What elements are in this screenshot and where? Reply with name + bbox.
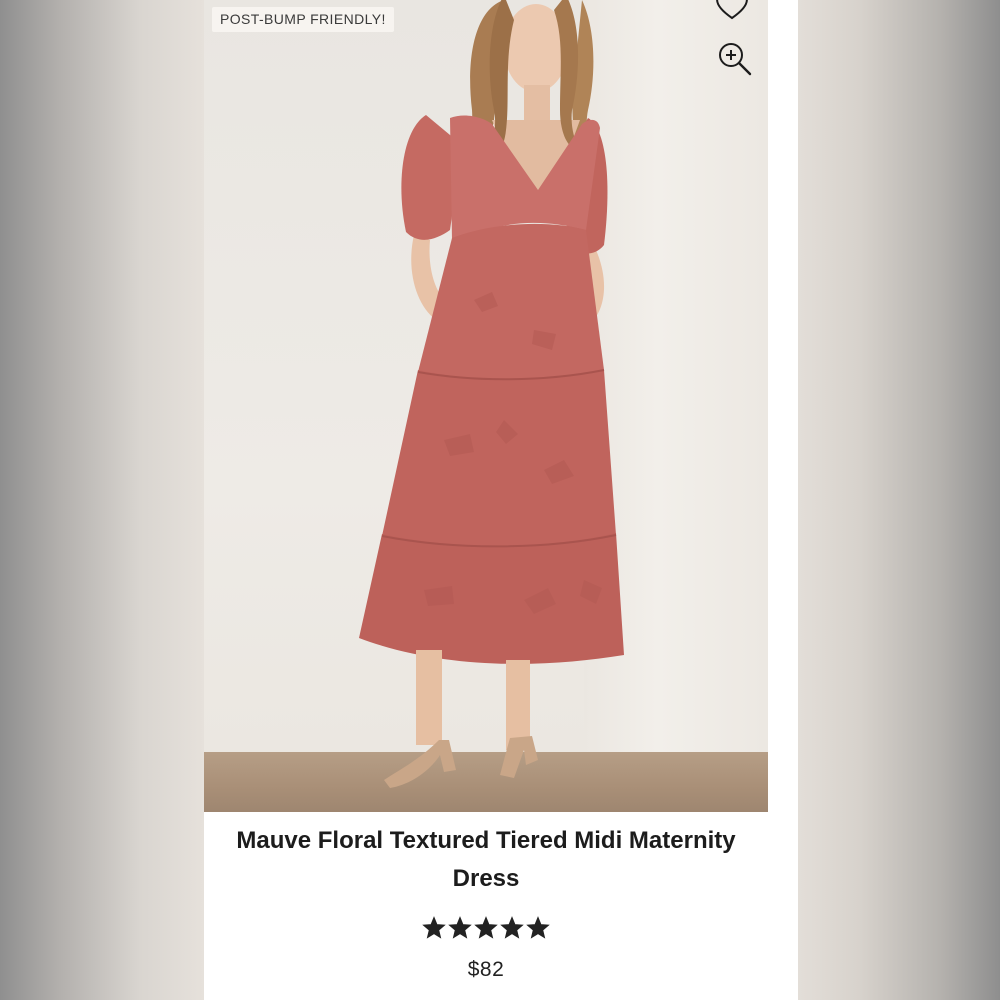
star-icon <box>526 916 550 939</box>
product-image[interactable]: POST-BUMP FRIENDLY! <box>204 0 768 812</box>
wishlist-button[interactable] <box>709 0 755 22</box>
heart-icon <box>716 0 748 20</box>
zoom-button[interactable] <box>716 40 754 78</box>
star-icon <box>474 916 498 939</box>
product-title-line-1: Mauve Floral Textured Tiered Midi Matern… <box>236 827 736 854</box>
zoom-in-icon <box>719 43 752 76</box>
star-icon <box>422 916 446 939</box>
product-title-line-2: Dress <box>452 865 520 892</box>
star-icon <box>448 916 472 939</box>
product-title: Mauve Floral Textured Tiered Midi Matern… <box>204 822 768 898</box>
product-price: $82 <box>467 958 505 981</box>
model-illustration <box>359 0 624 788</box>
product-card: POST-BUMP FRIENDLY! Mauve Floral Texture… <box>204 0 798 1000</box>
star-rating[interactable] <box>204 916 768 946</box>
promo-badge: POST-BUMP FRIENDLY! <box>212 7 394 32</box>
star-icon <box>500 916 524 939</box>
